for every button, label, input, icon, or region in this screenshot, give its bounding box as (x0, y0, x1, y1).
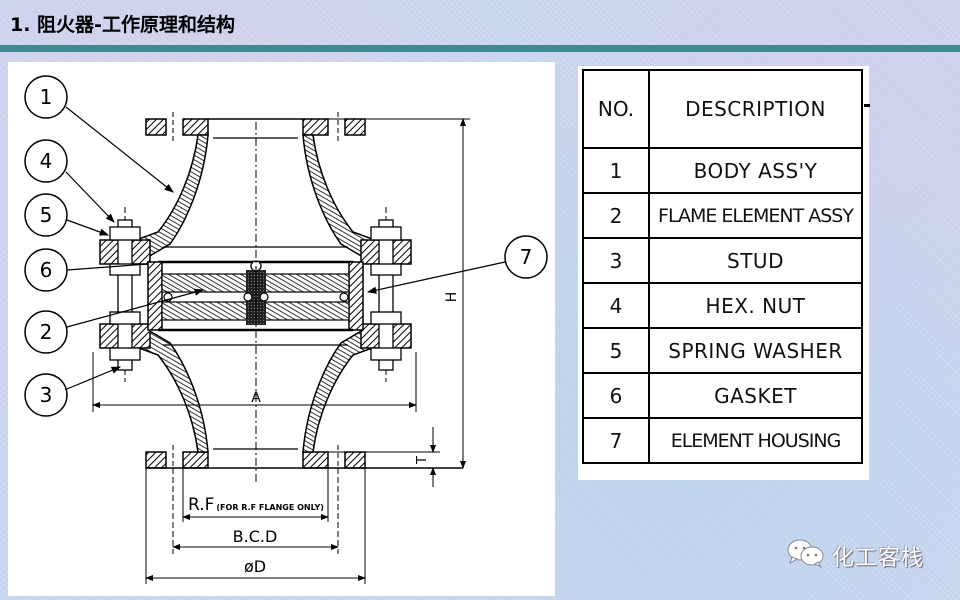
header-no: NO. (582, 69, 650, 149)
table-edge-tick (864, 104, 870, 107)
svg-text:3: 3 (40, 383, 53, 407)
flame-arrester-drawing: H A T R.F(FOR R.F FLANGE ONLY) B.C.D øD (8, 62, 555, 596)
table-row: 4 HEX. NUT (582, 282, 863, 329)
svg-text:1: 1 (40, 85, 53, 109)
part-no: 3 (582, 237, 650, 284)
watermark-text: 化工客栈 (832, 545, 925, 571)
header-description: DESCRIPTION (648, 69, 863, 149)
title-divider (0, 45, 960, 52)
part-no: 1 (582, 147, 650, 194)
dim-h-label: H (444, 292, 460, 303)
svg-text:5: 5 (40, 203, 53, 227)
part-description: STUD (648, 237, 863, 284)
part-description: GASKET (648, 372, 863, 419)
part-no: 7 (582, 417, 650, 464)
table-row: 7 ELEMENT HOUSING (582, 417, 863, 464)
dim-bcd-label: B.C.D (233, 527, 278, 546)
svg-text:6: 6 (40, 258, 53, 282)
dim-od-label: øD (244, 557, 266, 576)
svg-text:7: 7 (520, 245, 533, 269)
watermark: 化工客栈 (786, 538, 924, 573)
left-stud (109, 207, 141, 382)
callout-3: 3 (24, 366, 122, 417)
part-no: 5 (582, 327, 650, 374)
svg-text:2: 2 (40, 320, 53, 344)
table-header-row: NO. DESCRIPTION (582, 69, 863, 149)
table-row: 6 GASKET (582, 372, 863, 419)
part-description: ELEMENT HOUSING (648, 417, 863, 464)
slide-title: 1. 阻火器-工作原理和结构 (10, 14, 235, 36)
part-no: 6 (582, 372, 650, 419)
part-no: 2 (582, 192, 650, 239)
dim-rf-label: R.F (FOR R.F FLANGE ONLY) (188, 495, 324, 515)
table-row: 3 STUD (582, 237, 863, 284)
table-row: 2 FLAME ELEMENT ASSY (582, 192, 863, 239)
part-description: FLAME ELEMENT ASSY (648, 192, 863, 239)
part-description: HEX. NUT (648, 282, 863, 329)
right-stud (370, 207, 402, 382)
svg-text:4: 4 (40, 149, 53, 173)
part-description: BODY ASS'Y (648, 147, 863, 194)
part-no: 4 (582, 282, 650, 329)
part-description: SPRING WASHER (648, 327, 863, 374)
dim-t-label: T (415, 456, 430, 465)
dim-a-label: A (251, 390, 261, 406)
flame-element (147, 122, 364, 482)
callout-5: 5 (24, 193, 110, 237)
wechat-icon (786, 538, 826, 573)
table-row: 1 BODY ASS'Y (582, 147, 863, 194)
parts-table: NO. DESCRIPTION 1 BODY ASS'Y 2 FLAME ELE… (582, 69, 863, 464)
table-row: 5 SPRING WASHER (582, 327, 863, 374)
parts-table-panel: NO. DESCRIPTION 1 BODY ASS'Y 2 FLAME ELE… (578, 66, 869, 480)
